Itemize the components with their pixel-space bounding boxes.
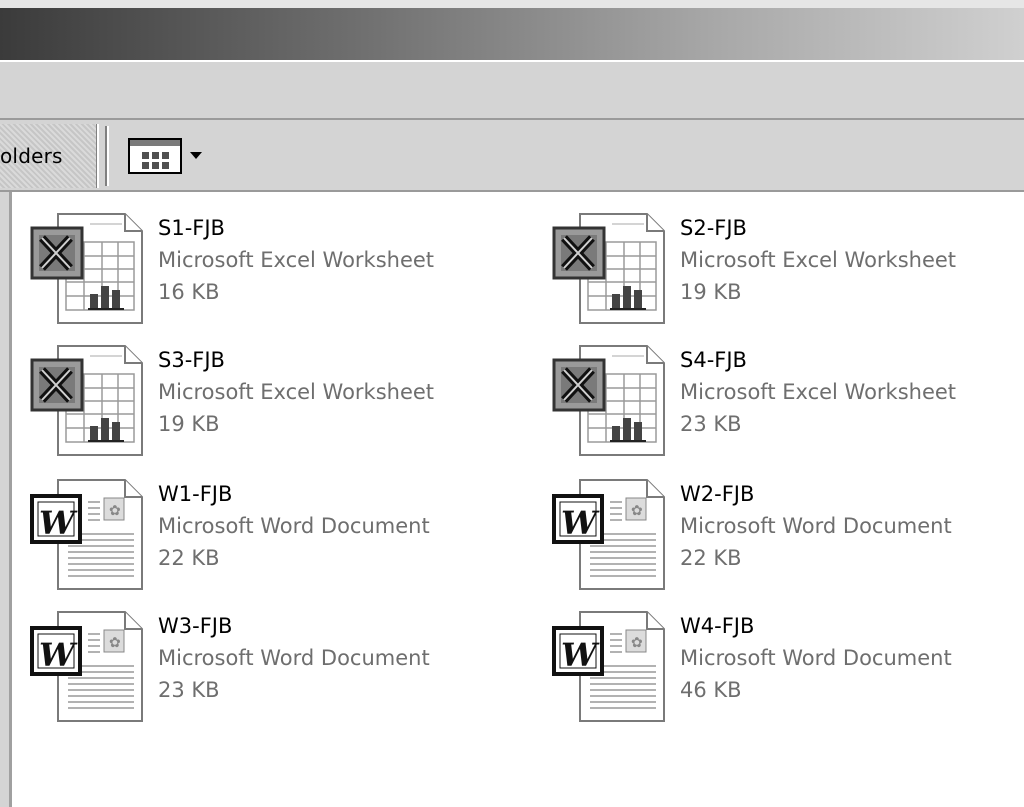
file-type: Microsoft Word Document [680, 646, 952, 670]
file-details: S4-FJB Microsoft Excel Worksheet 23 KB [680, 344, 956, 440]
word-icon [30, 608, 146, 723]
menu-bar [0, 60, 1024, 118]
file-details: S1-FJB Microsoft Excel Worksheet 16 KB [158, 212, 434, 308]
file-name: S2-FJB [680, 216, 747, 240]
file-item-w4-fjb[interactable]: W4-FJB Microsoft Word Document 46 KB [552, 608, 1022, 728]
file-item-s3-fjb[interactable]: S3-FJB Microsoft Excel Worksheet 19 KB [30, 342, 500, 462]
chevron-down-icon[interactable] [190, 152, 202, 159]
file-details: S3-FJB Microsoft Excel Worksheet 19 KB [158, 344, 434, 440]
folders-button[interactable]: olders [0, 124, 99, 188]
word-icon [30, 476, 146, 591]
file-name: W2-FJB [680, 482, 755, 506]
file-size: 23 KB [158, 678, 220, 702]
file-details: S2-FJB Microsoft Excel Worksheet 19 KB [680, 212, 956, 308]
file-type: Microsoft Word Document [680, 514, 952, 538]
excel-icon [30, 210, 146, 325]
toolbar: olders [0, 118, 1024, 192]
file-details: W2-FJB Microsoft Word Document 22 KB [680, 478, 952, 574]
file-size: 46 KB [680, 678, 742, 702]
file-size: 19 KB [158, 412, 220, 436]
views-button[interactable] [124, 136, 214, 176]
file-type: Microsoft Excel Worksheet [158, 248, 435, 272]
title-bar-highlight [0, 0, 1024, 8]
file-size: 16 KB [158, 280, 220, 304]
excel-icon [30, 342, 146, 457]
views-icon [128, 138, 182, 174]
excel-icon [552, 210, 668, 325]
file-item-w1-fjb[interactable]: W1-FJB Microsoft Word Document 22 KB [30, 476, 500, 596]
file-type: Microsoft Word Document [158, 514, 430, 538]
file-item-s4-fjb[interactable]: S4-FJB Microsoft Excel Worksheet 23 KB [552, 342, 1022, 462]
file-item-w2-fjb[interactable]: W2-FJB Microsoft Word Document 22 KB [552, 476, 1022, 596]
file-name: W1-FJB [158, 482, 233, 506]
left-pane-edge [0, 192, 9, 807]
file-item-w3-fjb[interactable]: W3-FJB Microsoft Word Document 23 KB [30, 608, 500, 728]
file-details: W3-FJB Microsoft Word Document 23 KB [158, 610, 430, 706]
word-icon [552, 608, 668, 723]
file-name: S1-FJB [158, 216, 225, 240]
file-size: 22 KB [158, 546, 220, 570]
title-bar[interactable] [0, 0, 1024, 60]
file-list-pane: S1-FJB Microsoft Excel Worksheet 16 KB S… [12, 192, 1024, 807]
word-icon [552, 476, 668, 591]
excel-icon [552, 342, 668, 457]
file-item-s1-fjb[interactable]: S1-FJB Microsoft Excel Worksheet 16 KB [30, 210, 500, 330]
file-name: W3-FJB [158, 614, 233, 638]
file-details: W1-FJB Microsoft Word Document 22 KB [158, 478, 430, 574]
file-item-s2-fjb[interactable]: S2-FJB Microsoft Excel Worksheet 19 KB [552, 210, 1022, 330]
toolbar-separator [105, 126, 109, 186]
file-name: S4-FJB [680, 348, 747, 372]
file-name: W4-FJB [680, 614, 755, 638]
folders-button-label: olders [0, 144, 63, 168]
file-type: Microsoft Excel Worksheet [680, 248, 957, 272]
file-type: Microsoft Word Document [158, 646, 430, 670]
file-type: Microsoft Excel Worksheet [680, 380, 957, 404]
file-size: 23 KB [680, 412, 742, 436]
file-details: W4-FJB Microsoft Word Document 46 KB [680, 610, 952, 706]
file-type: Microsoft Excel Worksheet [158, 380, 435, 404]
file-size: 22 KB [680, 546, 742, 570]
file-size: 19 KB [680, 280, 742, 304]
file-name: S3-FJB [158, 348, 225, 372]
